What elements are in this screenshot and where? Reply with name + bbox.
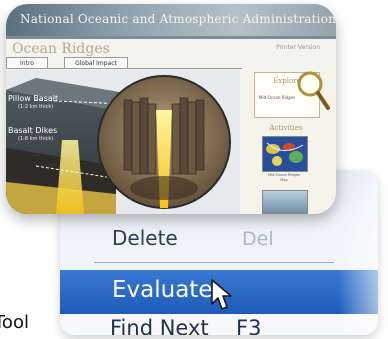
banner-edge (6, 36, 336, 39)
ridge-diagram[interactable]: Pillow Basalt (1-2 km thick) Basalt Dike… (6, 70, 240, 214)
tool-caption: Tool (0, 312, 29, 333)
label-basalt-dikes-thickness: (1-8 km thick) (18, 136, 54, 142)
label-pillow-basalt: Pillow Basalt (8, 94, 59, 103)
menu-item-evaluate-label: Evaluate (112, 277, 213, 303)
menu-item-find-next-label: Find Next (110, 316, 209, 335)
menu-sheen (338, 170, 378, 335)
menu-divider (94, 262, 334, 263)
magnifier-icon (297, 71, 330, 110)
label-pillow-basalt-thickness: (1-2 km thick) (18, 104, 54, 110)
website-window: National Oceanic and Atmospheric Adminis… (6, 4, 336, 214)
mouse-pointer-icon (211, 279, 232, 310)
ridge-illustration (6, 70, 240, 214)
menu-item-find-next-shortcut: F3 (236, 316, 262, 335)
activities-title: Activities (269, 124, 303, 132)
menu-item-delete-label: Delete (112, 226, 178, 250)
menu-item-delete-shortcut: Del (242, 228, 274, 250)
explore-link[interactable]: Mid-Ocean Ridges (259, 95, 295, 100)
page-title: Ocean Ridges (12, 41, 110, 57)
site-banner: National Oceanic and Atmospheric Adminis… (6, 4, 336, 36)
activity-map-caption: Mid-Ocean Ridges Map (268, 173, 300, 182)
sidebar: Explore Mid-Ocean Ridges Activities Mid-… (244, 70, 336, 214)
activity-map-thumbnail[interactable] (262, 136, 308, 172)
label-basalt-dikes: Basalt Dikes (8, 126, 58, 135)
menu-item-delete[interactable]: Delete Del (60, 218, 378, 258)
printer-version-link[interactable]: Printer Version (276, 44, 320, 51)
banner-title: National Oceanic and Atmospheric Adminis… (20, 12, 336, 26)
world-map-image (263, 137, 307, 171)
tab-underline (6, 68, 242, 69)
menu-item-find-next[interactable]: Find Next F3 (60, 316, 378, 335)
activity-ridge-thumbnail[interactable] (262, 190, 308, 214)
